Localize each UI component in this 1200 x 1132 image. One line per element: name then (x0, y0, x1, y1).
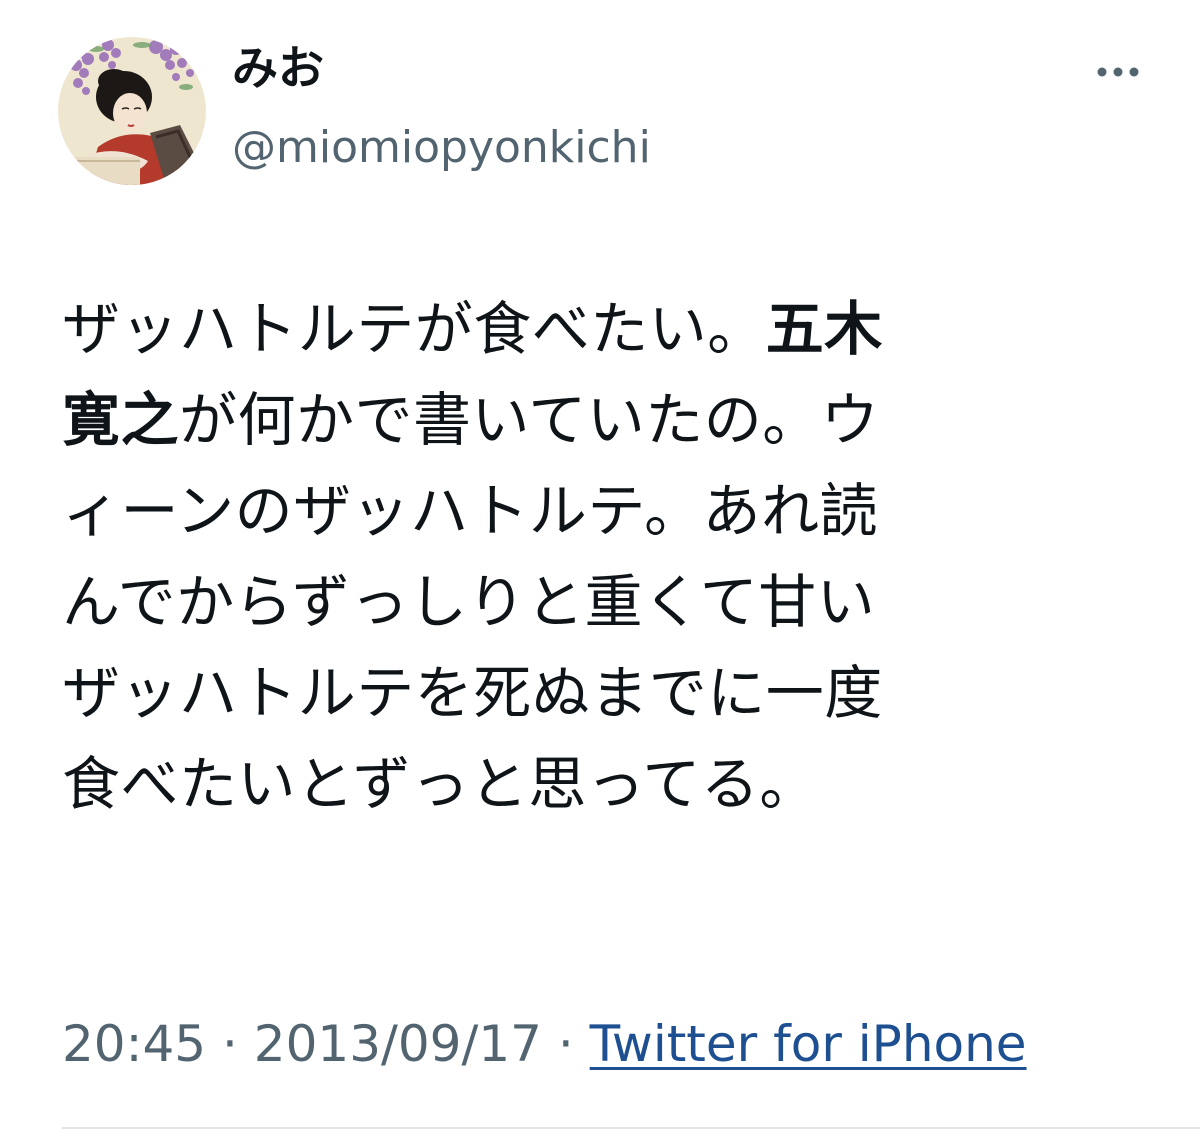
more-options-button[interactable] (1088, 50, 1148, 94)
meta-separator: · (206, 1015, 254, 1073)
avatar[interactable] (58, 37, 206, 185)
source-link[interactable]: Twitter for iPhone (590, 1015, 1027, 1073)
profile-illustration-avatar-icon (58, 37, 206, 185)
tweet-time[interactable]: 20:45 (62, 1015, 206, 1073)
tweet-text-line: ザッハトルテが食べたい。五木 (62, 295, 883, 363)
tweet-text-line: ザッハトルテを死ぬまでに一度 (62, 659, 883, 727)
tweet-text-line: 寛之が何かで書いていたの。ウ (62, 386, 880, 454)
bold-author-name: 寛之 (62, 386, 180, 454)
tweet-text-line: ィーンのザッハトルテ。あれ読 (62, 477, 879, 545)
tweet-text: ザッハトルテが食べたい。五木 寛之が何かで書いていたの。ウ ィーンのザッハトルテ… (62, 284, 1142, 830)
bold-author-name: 五木 (765, 295, 883, 363)
tweet-metadata: 20:45 · 2013/09/17 · Twitter for iPhone (62, 1012, 1027, 1076)
tweet-date[interactable]: 2013/09/17 (254, 1015, 542, 1073)
ellipsis-icon (1097, 67, 1139, 77)
tweet-text-line: んでからずっしりと重くて甘い (62, 568, 876, 636)
tweet-text-line: 食べたいとずっと思ってる。 (62, 750, 818, 818)
meta-separator: · (541, 1015, 590, 1073)
tweet-card: みお @miomiopyonkichi ザッハトルテが食べたい。五木 寛之が何か… (0, 0, 1200, 1132)
divider (62, 1127, 1200, 1129)
display-name[interactable]: みお (232, 38, 324, 98)
user-handle[interactable]: @miomiopyonkichi (232, 118, 651, 178)
